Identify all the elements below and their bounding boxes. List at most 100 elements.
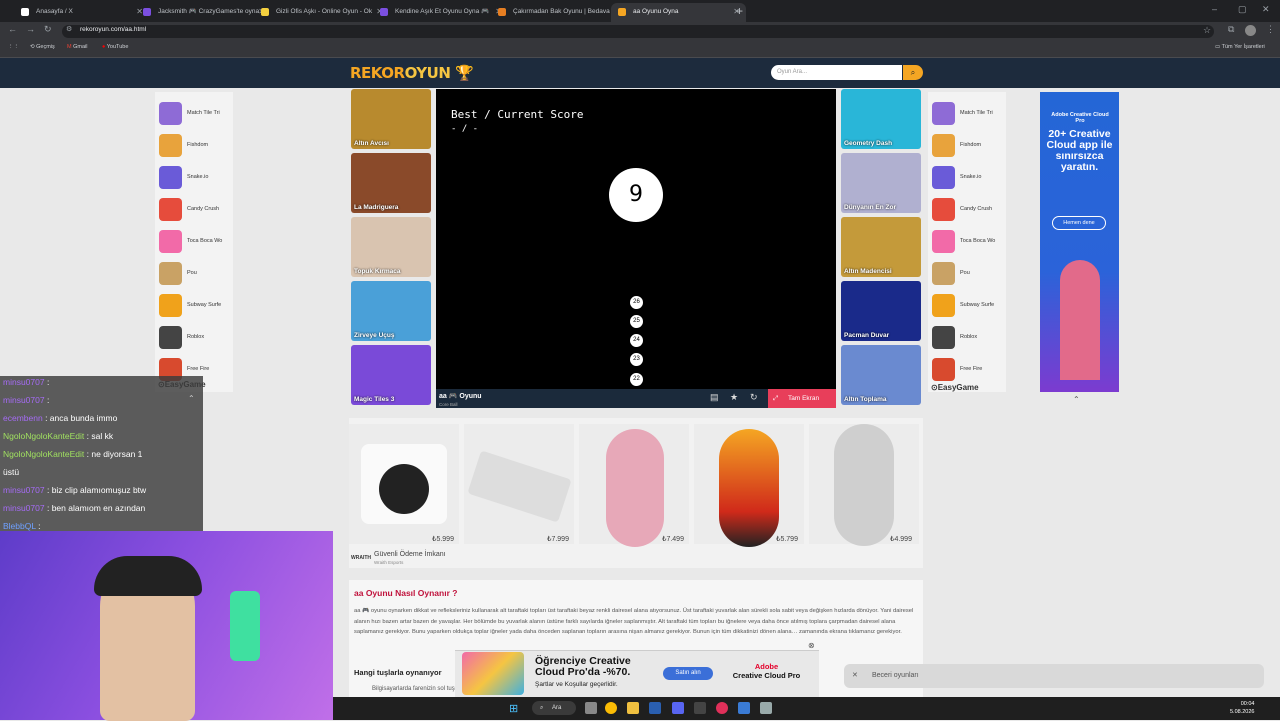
site-header bbox=[0, 58, 1280, 88]
bookmark-label: Tüm Yer İşaretleri bbox=[1221, 44, 1265, 50]
extensions-icon[interactable]: ⧉ bbox=[1228, 24, 1234, 35]
restart-icon[interactable]: ↻ bbox=[750, 392, 758, 403]
game-thumbnail[interactable]: Zirveye Uçuş bbox=[351, 281, 431, 341]
side-game-label: Snake.io bbox=[960, 174, 982, 180]
bookmark-history[interactable]: ⟲ Geçmiş bbox=[30, 44, 55, 50]
game-title: aa 🎮 Oyunu bbox=[439, 393, 482, 400]
bookmark-star-icon[interactable]: ☆ bbox=[1203, 25, 1211, 36]
chat-message: minsu0707 : bbox=[3, 395, 50, 405]
chat-username: ecembenn bbox=[3, 413, 43, 423]
chrome-icon[interactable] bbox=[605, 702, 617, 714]
taskbar-search[interactable]: ⌕ Ara bbox=[532, 701, 576, 715]
product-card[interactable] bbox=[579, 424, 689, 547]
site-info-icon[interactable]: ⚙ bbox=[66, 25, 72, 33]
tab-label: Kendine Aşık Et Oyunu Oyna 🎮 bbox=[395, 8, 490, 15]
game-thumbnail[interactable]: Altın Toplama bbox=[841, 345, 921, 405]
game-thumbnail[interactable]: Geometry Dash bbox=[841, 89, 921, 149]
browser-tab[interactable]: Anasayfa / X ✕ bbox=[14, 3, 149, 22]
steam-icon[interactable] bbox=[649, 702, 661, 714]
collapse-ad-icon[interactable]: ⌃ bbox=[1073, 395, 1080, 404]
window-close-icon[interactable]: ✕ bbox=[1262, 4, 1270, 15]
game-icon bbox=[159, 102, 182, 125]
search-button[interactable]: ⌕ bbox=[903, 65, 923, 80]
omnibox[interactable] bbox=[62, 25, 1214, 38]
category-notification[interactable]: ✕ Beceri oyunları bbox=[844, 664, 1264, 688]
game-icon bbox=[932, 230, 955, 253]
chat-text: biz clip alamıomuşuz btw bbox=[51, 485, 147, 495]
side-game-label: Free Fire bbox=[187, 366, 210, 372]
game-thumbnail[interactable]: Topuk Kırmaca bbox=[351, 217, 431, 277]
comment-icon[interactable]: ▤ bbox=[710, 392, 719, 403]
browser-tab[interactable]: Jacksmith 🎮 CrazyGames'te oyna✕ bbox=[136, 3, 271, 22]
chat-username: minsu0707 bbox=[3, 377, 45, 387]
close-ad-icon[interactable]: ⊗ bbox=[808, 641, 815, 650]
bottom-ad-sub: Şartlar ve Koşullar geçerlidir. bbox=[535, 681, 618, 688]
reload-icon[interactable]: ↻ bbox=[44, 24, 52, 35]
game-thumbnail[interactable]: Dünyanın En Zor bbox=[841, 153, 921, 213]
windows-start-icon[interactable]: ⊞ bbox=[509, 702, 518, 715]
secure-payment-text: Güvenli Ödeme İmkanı bbox=[374, 551, 446, 558]
article-heading: aa Oyunu Nasıl Oynanır ? bbox=[354, 588, 458, 598]
game-thumbnail[interactable]: Altın Madencisi bbox=[841, 217, 921, 277]
game-icon bbox=[932, 294, 955, 317]
taskbar-search-label: Ara bbox=[552, 705, 562, 711]
product-card[interactable] bbox=[809, 424, 919, 546]
app-icon[interactable] bbox=[716, 702, 728, 714]
fullscreen-button[interactable]: ⤢ Tam Ekran bbox=[768, 389, 836, 408]
side-game-label: Toca Boca Wo bbox=[960, 238, 996, 244]
product-card[interactable] bbox=[349, 424, 459, 544]
pin-ball: 22 bbox=[630, 373, 643, 386]
side-game-label: Toca Boca Wo bbox=[187, 238, 223, 244]
search-input[interactable]: Oyun Ara... bbox=[771, 65, 902, 80]
menu-icon[interactable]: ⋮ bbox=[1266, 24, 1275, 35]
bookmarks-bar bbox=[0, 41, 1280, 58]
chat-text: ben alamıom en azından bbox=[51, 503, 146, 513]
bookmark-gmail[interactable]: M Gmail bbox=[67, 44, 88, 50]
bottom-ad-headline: Öğrenciye Creative Cloud Pro'da -%70. bbox=[535, 655, 631, 678]
chat-message: BlebbQL : bbox=[3, 521, 41, 531]
maximize-icon[interactable]: ▢ bbox=[1238, 4, 1247, 15]
logo-text: OYUN bbox=[404, 64, 451, 82]
chat-text: üstü bbox=[3, 467, 20, 477]
task-view-icon[interactable] bbox=[585, 702, 597, 714]
pin-ball: 26 bbox=[630, 296, 643, 309]
forward-icon[interactable]: → bbox=[26, 24, 35, 34]
file-explorer-icon[interactable] bbox=[627, 702, 639, 714]
app-icon[interactable] bbox=[738, 702, 750, 714]
bottom-ad-buy-button[interactable]: Satın alın bbox=[663, 667, 713, 680]
ad-headline: 20+ Creative Cloud app ile sınırsızca ya… bbox=[1046, 128, 1113, 173]
bookmark-youtube[interactable]: ● YouTube bbox=[102, 44, 128, 50]
product-card[interactable] bbox=[464, 424, 574, 544]
easygame-text: EasyGame bbox=[937, 383, 979, 392]
apps-icon[interactable]: ⋮⋮ bbox=[8, 44, 19, 50]
discord-icon[interactable] bbox=[672, 702, 684, 714]
favorite-star-icon[interactable]: ★ bbox=[730, 392, 738, 403]
game-icon bbox=[159, 198, 182, 221]
product-card[interactable] bbox=[694, 424, 804, 547]
taskbar-clock[interactable]: 00:04 5.08.2026 bbox=[1230, 700, 1254, 716]
url-text[interactable]: rekoroyun.com/aa.html bbox=[80, 26, 146, 33]
ad-cta-button[interactable]: Hemen dene bbox=[1052, 216, 1106, 230]
side-game-label: Free Fire bbox=[960, 366, 983, 372]
browser-tab[interactable]: Çakırmadan Bak Oyunu | Bedava✕ bbox=[491, 3, 626, 22]
new-tab-icon[interactable]: + bbox=[736, 4, 743, 18]
browser-tab[interactable]: Gizli Ofis Aşkı - Online Oyun - Ok✕ bbox=[254, 3, 389, 22]
article-paragraph: aa 🎮 oyunu oynarken dikkat ve refleksler… bbox=[354, 608, 914, 635]
game-thumbnail-label: Altın Avcısı bbox=[354, 140, 389, 147]
app-icon[interactable] bbox=[694, 702, 706, 714]
game-thumbnail[interactable]: Magic Tiles 3 bbox=[351, 345, 431, 405]
site-logo[interactable]: REKOROYUN 🏆 bbox=[350, 64, 474, 82]
minimize-icon[interactable]: – bbox=[1212, 4, 1217, 14]
browser-tab-active[interactable]: aa Oyunu Oyna ✕ bbox=[611, 3, 746, 22]
game-thumbnail[interactable]: Altın Avcısı bbox=[351, 89, 431, 149]
all-bookmarks[interactable]: ▭ Tüm Yer İşaretleri bbox=[1215, 44, 1265, 50]
browser-tab[interactable]: Kendine Aşık Et Oyunu Oyna 🎮✕ bbox=[373, 3, 508, 22]
game-thumbnail[interactable]: La Madriguera bbox=[351, 153, 431, 213]
back-icon[interactable]: ← bbox=[8, 24, 17, 34]
easygame-logo[interactable]: ⊙EasyGame bbox=[931, 383, 979, 392]
settings-icon[interactable] bbox=[760, 702, 772, 714]
close-icon[interactable]: ✕ bbox=[852, 664, 858, 688]
profile-avatar[interactable] bbox=[1245, 25, 1256, 36]
tab-label: Çakırmadan Bak Oyunu | Bedava bbox=[513, 8, 610, 15]
game-thumbnail[interactable]: Pacman Duvar bbox=[841, 281, 921, 341]
